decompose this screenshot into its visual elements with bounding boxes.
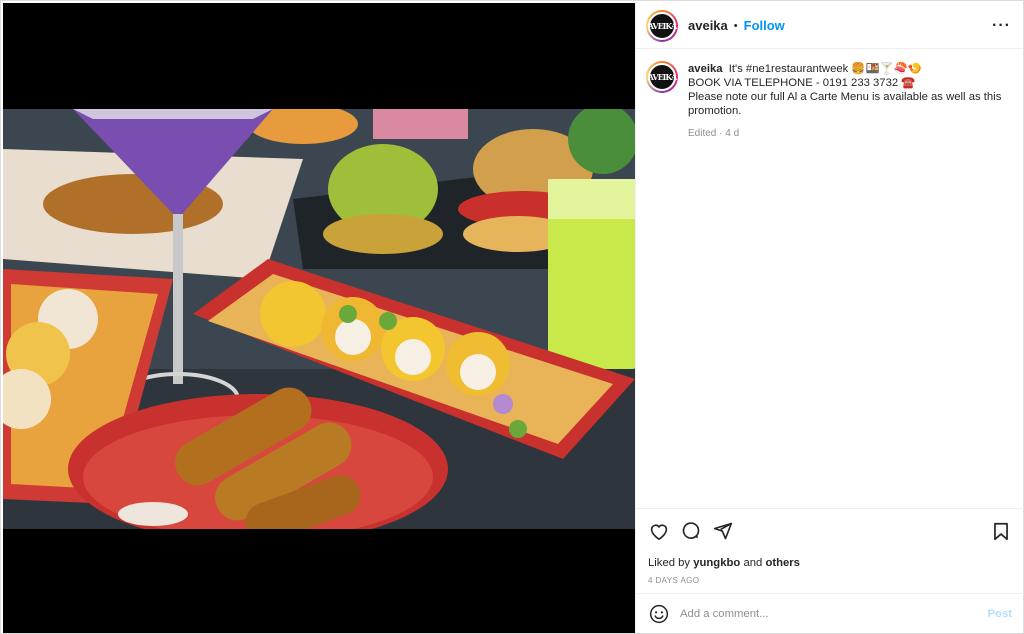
bookmark-icon[interactable] (990, 520, 1012, 542)
caption-area: AVEIKA aveika It's #ne1restaurantweek 🍔🍱… (636, 49, 1023, 505)
more-options-icon[interactable]: ··· (992, 17, 1011, 33)
edited-label: Edited · 4 d (688, 128, 740, 139)
post-button[interactable]: Post (988, 608, 1012, 620)
liked-and: and (743, 557, 763, 569)
avatar[interactable]: AVEIKA (646, 9, 678, 42)
liked-others[interactable]: others (765, 557, 800, 569)
action-bar: Liked by yungkbo and others 4 DAYS AGO (636, 508, 1024, 585)
share-icon[interactable] (712, 520, 734, 542)
food-photo (3, 109, 635, 529)
comment-icon[interactable] (680, 520, 702, 542)
caption-line-1: It's #ne1restaurantweek 🍔🍱🍸🍣🍤 (728, 63, 922, 75)
caption-text: aveika It's #ne1restaurantweek 🍔🍱🍸🍣🍤 BOO… (688, 61, 1007, 118)
follow-button[interactable]: Follow (744, 18, 785, 33)
avatar-logo-text: AVEIKA (647, 20, 677, 31)
liked-user[interactable]: yungkbo (693, 557, 740, 569)
post-panel: AVEIKA aveika • Follow ··· AVEIKA aveika… (635, 3, 1024, 633)
comment-input[interactable] (680, 607, 988, 620)
avatar-logo: AVEIKA (647, 11, 677, 40)
heart-icon[interactable] (648, 520, 670, 542)
emoji-icon[interactable] (648, 603, 670, 625)
caption-avatar-logo-text: AVEIKA (647, 72, 677, 82)
caption-line-3: Please note our full Al a Carte Menu is … (688, 91, 1002, 117)
caption: AVEIKA aveika It's #ne1restaurantweek 🍔🍱… (646, 61, 1007, 118)
post-timestamp[interactable]: 4 DAYS AGO (648, 576, 1012, 585)
caption-avatar-logo: AVEIKA (647, 63, 677, 91)
post-media[interactable] (3, 3, 635, 633)
post-dialog: AVEIKA aveika • Follow ··· AVEIKA aveika… (0, 0, 1024, 634)
caption-username[interactable]: aveika (688, 63, 723, 75)
action-icons (648, 519, 1012, 543)
food-illustration (3, 109, 635, 529)
liked-prefix: Liked by (648, 557, 691, 569)
likes-summary: Liked by yungkbo and others (648, 557, 1012, 569)
comment-bar: Post (636, 593, 1024, 633)
post-header: AVEIKA aveika • Follow ··· (636, 3, 1023, 49)
caption-avatar[interactable]: AVEIKA (646, 61, 678, 93)
username[interactable]: aveika (688, 18, 728, 33)
separator-dot: • (733, 19, 738, 32)
caption-line-2: BOOK VIA TELEPHONE - 0191 233 3732 ☎️ (688, 77, 916, 89)
